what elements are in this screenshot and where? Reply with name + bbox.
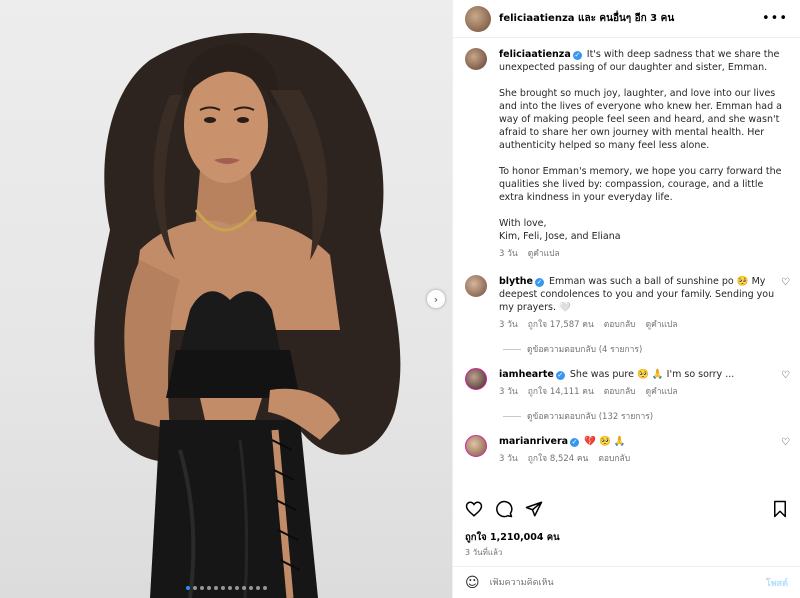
post-time: 3 วันที่แล้ว [465,548,503,557]
comment-item: iamhearte ✓ She was pure 🥺 🙏 I'm so sorry… [453,368,800,399]
post-author-title[interactable]: feliciaatienza และ คนอื่นๆ อีก 3 คน [499,11,674,26]
carousel-dot [213,586,218,590]
comment-translate-link[interactable]: ดูคำแปล [646,319,678,332]
avatar[interactable] [465,368,487,390]
view-replies-link[interactable]: ดูข้อความตอบกลับ (4 รายการ) [503,342,800,356]
comment-text: She was pure 🥺 🙏 I'm so sorry ... [569,369,735,380]
caption-time: 3 วัน [499,249,518,259]
comment-username[interactable]: blythe [499,276,533,287]
comment-like-heart-icon[interactable]: ♡ [781,277,790,288]
post-comment-button[interactable]: โพสต์ [766,576,788,590]
caption-paragraph-2: She brought so much joy, laughter, and l… [499,88,782,151]
verified-badge-icon: ✓ [535,278,544,287]
comment-translate-link[interactable]: ดูคำแปล [646,386,678,399]
comment-time: 3 วัน [499,320,518,330]
caption-translate-link[interactable]: ดูคำแปล [528,248,560,261]
carousel-dot [206,586,211,590]
comment-reply-link[interactable]: ตอบกลับ [604,386,636,399]
comment-time: 3 วัน [499,387,518,397]
divider [503,348,521,350]
view-replies-label: ดูข้อความตอบกลับ (4 รายการ) [527,345,643,355]
post-photo[interactable]: › [0,0,452,598]
carousel-dots [0,586,452,590]
caption-paragraph-3: To honor Emman's memory, we hope you car… [499,166,782,203]
avatar[interactable] [465,48,487,70]
carousel-dot [199,586,204,590]
comment-likes-link[interactable]: ถูกใจ 17,587 คน [528,319,594,332]
carousel-dot [262,586,267,590]
carousel-dot [255,586,260,590]
caption: feliciaatienza ✓ It's with deep sadness t… [453,48,800,261]
avatar[interactable] [465,275,487,297]
carousel-dot [248,586,253,590]
comment-like-heart-icon[interactable]: ♡ [781,437,790,448]
portrait-illustration [94,32,401,598]
carousel-dot [185,586,190,590]
more-options-icon[interactable]: ••• [762,11,788,26]
comment-username[interactable]: marianrivera [499,436,568,447]
comment-item: marianrivera ✓ 💔 🥺 🙏 3 วัน ถูกใจ 8,524 คน… [453,435,800,466]
verified-badge-icon: ✓ [555,371,565,380]
comment-likes-link[interactable]: ถูกใจ 14,111 คน [528,386,594,399]
like-heart-icon[interactable] [465,500,483,518]
comment-bubble-icon[interactable] [495,500,513,518]
carousel-dot [192,586,197,590]
carousel-dot [220,586,225,590]
comment-reply-link[interactable]: ตอบกลับ [598,453,630,466]
comment-like-heart-icon[interactable]: ♡ [781,370,790,381]
carousel-dot [241,586,246,590]
comment-input[interactable] [489,577,766,588]
comments-list: feliciaatienza ✓ It's with deep sadness t… [453,48,800,490]
post-header: feliciaatienza และ คนอื่นๆ อีก 3 คน ••• [453,0,800,38]
caption-username[interactable]: feliciaatienza [499,49,571,60]
next-slide-button[interactable]: › [427,290,445,308]
post-panel: feliciaatienza และ คนอื่นๆ อีก 3 คน ••• … [452,0,800,598]
likes-count[interactable]: ถูกใจ 1,210,004 คน [465,530,560,545]
comment-text: 💔 🥺 🙏 [584,436,626,447]
avatar[interactable] [465,5,491,32]
caption-signoff-1: With love, [499,218,547,229]
verified-badge-icon: ✓ [570,438,580,447]
verified-badge-icon: ✓ [572,51,582,60]
emoji-smiley-icon[interactable]: ☺ [465,575,480,591]
comment-reply-link[interactable]: ตอบกลับ [604,319,636,332]
view-replies-label: ดูข้อความตอบกลับ (132 รายการ) [527,412,654,422]
comment-username[interactable]: iamhearte [499,369,554,380]
divider [503,415,521,417]
add-comment-bar: ☺ โพสต์ [453,566,800,598]
comment-time: 3 วัน [499,454,518,464]
action-bar [465,500,788,518]
view-replies-link[interactable]: ดูข้อความตอบกลับ (132 รายการ) [503,409,800,423]
caption-signoff-2: Kim, Feli, Jose, and Eliana [499,231,621,242]
comment-item: blythe ✓ Emman was such a ball of sunshin… [453,275,800,332]
carousel-dot [234,586,239,590]
avatar[interactable] [465,435,487,457]
carousel-dot [227,586,232,590]
bookmark-icon[interactable] [772,500,788,518]
comment-likes-link[interactable]: ถูกใจ 8,524 คน [528,453,589,466]
share-send-icon[interactable] [525,500,543,518]
